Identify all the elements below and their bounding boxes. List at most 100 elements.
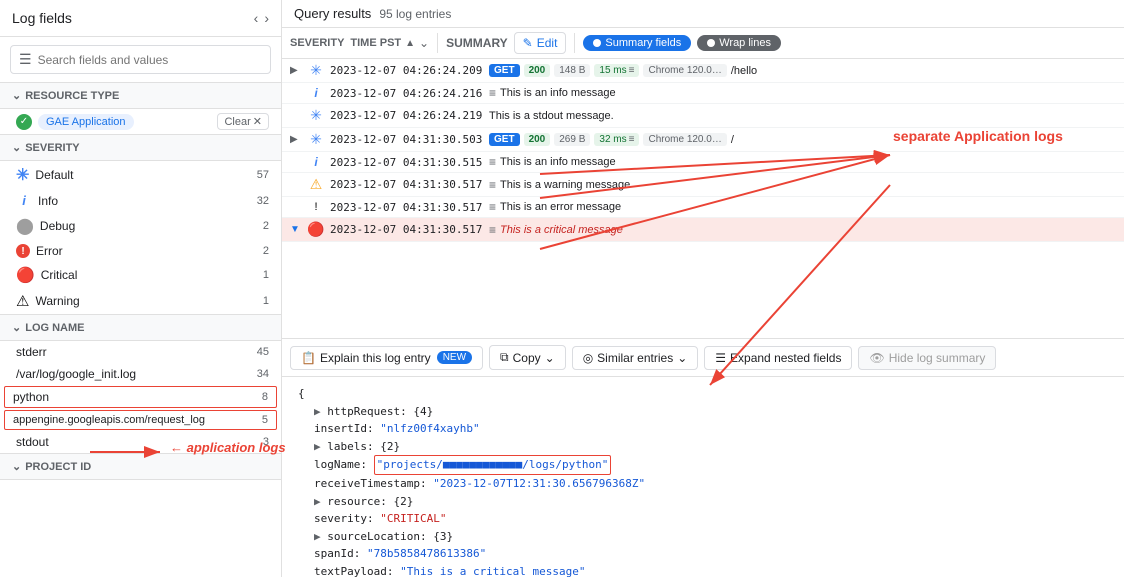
log-time: 2023-12-07 04:26:24.216 bbox=[330, 87, 485, 100]
main-layout: Log fields ‹ › ☰ ⌄ RESOURCE TYPE ✓ GAE bbox=[0, 0, 1124, 577]
expand-arrow[interactable]: ▼ bbox=[290, 224, 302, 235]
summary-lines-icon: ≡ bbox=[489, 155, 496, 169]
clear-button[interactable]: Clear ✕ bbox=[217, 113, 269, 130]
log-time: 2023-12-07 04:31:30.517 bbox=[330, 178, 485, 191]
section-log-name[interactable]: ⌄ LOG NAME bbox=[0, 314, 281, 341]
log-item-python[interactable]: python 8 bbox=[4, 386, 277, 408]
gae-chip: GAE Application bbox=[38, 114, 134, 130]
time-filter[interactable]: TIME PST ▲ ⌄ bbox=[350, 36, 429, 50]
time-filter-label: TIME PST bbox=[350, 37, 401, 49]
log-stdout-count: 3 bbox=[263, 436, 269, 448]
log-message: This is an info message bbox=[500, 87, 616, 99]
expand-tri-icon[interactable]: ▶ bbox=[314, 530, 321, 543]
log-item-stderr[interactable]: stderr 45 bbox=[0, 341, 281, 363]
log-message: This is an info message bbox=[500, 156, 616, 168]
json-http-request[interactable]: ▶ httpRequest: {4} bbox=[314, 403, 1108, 421]
summary-fields-toggle[interactable]: Summary fields bbox=[583, 35, 691, 51]
section-severity[interactable]: ⌄ SEVERITY bbox=[0, 134, 281, 161]
critical-icon: 🔴 bbox=[16, 266, 35, 284]
log-row[interactable]: ▶ ! 2023-12-07 04:31:30.517 ≡ This is an… bbox=[282, 197, 1124, 218]
severity-critical-label: Critical bbox=[41, 268, 257, 282]
log-item-google-init[interactable]: /var/log/google_init.log 34 bbox=[0, 363, 281, 385]
severity-item-error[interactable]: ! Error 2 bbox=[0, 240, 281, 262]
severity-item-default[interactable]: ✳ Default 57 bbox=[0, 161, 281, 189]
asterisk-icon: ✳ bbox=[306, 62, 326, 79]
critical-icon: 🔴 bbox=[306, 221, 326, 238]
log-stderr-count: 45 bbox=[257, 346, 269, 358]
copy-button[interactable]: ⧉ Copy ⌄ bbox=[489, 345, 566, 370]
log-time: 2023-12-07 04:31:30.517 bbox=[330, 201, 485, 214]
severity-warning-label: Warning bbox=[35, 294, 256, 308]
section-project-id[interactable]: ⌄ PROJECT ID bbox=[0, 453, 281, 480]
summary-lines-icon: ≡ bbox=[489, 86, 496, 100]
copy-icon: ⧉ bbox=[500, 350, 509, 365]
toolbar: SEVERITY TIME PST ▲ ⌄ SUMMARY ✎ Edit Sum… bbox=[282, 28, 1124, 59]
sidebar-nav-forward[interactable]: › bbox=[264, 10, 269, 26]
dropdown-icon: ⌄ bbox=[677, 351, 687, 365]
section-resource-type[interactable]: ⌄ RESOURCE TYPE bbox=[0, 82, 281, 109]
bytes-badge: 148 B bbox=[554, 64, 590, 77]
severity-item-warning[interactable]: ⚠ Warning 1 bbox=[0, 288, 281, 314]
close-icon: ✕ bbox=[253, 115, 262, 128]
sidebar-nav-back[interactable]: ‹ bbox=[254, 10, 259, 26]
app-wrapper: Log fields ‹ › ☰ ⌄ RESOURCE TYPE ✓ GAE bbox=[0, 0, 1124, 577]
log-row-critical[interactable]: ▼ 🔴 2023-12-07 04:31:30.517 ≡ This is a … bbox=[282, 218, 1124, 242]
status-badge: 200 bbox=[524, 133, 551, 146]
fingerprint-icon: ◎ bbox=[583, 351, 593, 365]
log-time: 2023-12-07 04:26:24.219 bbox=[330, 109, 485, 122]
json-insert-id: insertId: "nlfz00f4xayhb" bbox=[314, 420, 1108, 438]
log-row[interactable]: ▶ ✳ 2023-12-07 04:26:24.209 GET 200 148 … bbox=[282, 59, 1124, 83]
severity-item-critical[interactable]: 🔴 Critical 1 bbox=[0, 262, 281, 288]
log-row[interactable]: ▶ ✳ 2023-12-07 04:26:24.219 This is a st… bbox=[282, 104, 1124, 128]
gae-label: GAE Application bbox=[46, 116, 126, 128]
log-summary: This is a stdout message. bbox=[489, 110, 1116, 122]
dropdown-icon: ⌄ bbox=[419, 36, 429, 50]
severity-item-info[interactable]: i Info 32 bbox=[0, 189, 281, 212]
edit-button[interactable]: ✎ Edit bbox=[514, 32, 567, 54]
severity-label: SEVERITY bbox=[25, 142, 79, 154]
json-viewer: { ▶ httpRequest: {4} insertId: "nlfz00f4… bbox=[282, 377, 1124, 577]
resource-type-label: RESOURCE TYPE bbox=[25, 90, 119, 102]
severity-error-label: Error bbox=[36, 244, 257, 258]
severity-filter[interactable]: SEVERITY bbox=[290, 37, 344, 49]
json-source-location[interactable]: ▶ sourceLocation: {3} bbox=[314, 528, 1108, 546]
expand-tri-icon[interactable]: ▶ bbox=[314, 495, 321, 508]
expand-arrow[interactable]: ▶ bbox=[290, 65, 302, 76]
asterisk-icon: ✳ bbox=[306, 107, 326, 124]
severity-debug-label: Debug bbox=[40, 219, 257, 233]
json-resource[interactable]: ▶ resource: {2} bbox=[314, 493, 1108, 511]
log-item-stdout[interactable]: stdout 3 bbox=[0, 431, 281, 453]
check-icon: ✓ bbox=[16, 114, 32, 130]
expand-arrow[interactable]: ▶ bbox=[290, 134, 302, 145]
search-input[interactable] bbox=[38, 53, 262, 67]
log-row[interactable]: ▶ i 2023-12-07 04:31:30.515 ≡ This is an… bbox=[282, 152, 1124, 173]
log-time: 2023-12-07 04:26:24.209 bbox=[330, 64, 485, 77]
debug-icon: ⬤ bbox=[16, 216, 34, 236]
log-row[interactable]: ▶ ⚠ 2023-12-07 04:31:30.517 ≡ This is a … bbox=[282, 173, 1124, 197]
search-box[interactable]: ☰ bbox=[10, 45, 271, 74]
json-span-id: spanId: "78b5858478613386" bbox=[314, 545, 1108, 563]
info-icon: i bbox=[306, 155, 326, 169]
severity-item-debug[interactable]: ⬤ Debug 2 bbox=[0, 212, 281, 240]
log-item-appengine[interactable]: appengine.googleapis.com/request_log 5 bbox=[4, 410, 277, 430]
json-open-brace: { bbox=[298, 385, 1108, 403]
explain-button[interactable]: 📋 Explain this log entry NEW bbox=[290, 346, 483, 370]
log-time: 2023-12-07 04:31:30.517 bbox=[330, 223, 485, 236]
severity-filter-label: SEVERITY bbox=[290, 37, 344, 49]
expand-tri-icon[interactable]: ▶ bbox=[314, 440, 321, 453]
log-row[interactable]: ▶ ✳ 2023-12-07 04:31:30.503 GET 200 269 … bbox=[282, 128, 1124, 152]
hide-summary-button[interactable]: 👁 Hide log summary bbox=[858, 346, 996, 370]
log-google-init-count: 34 bbox=[257, 368, 269, 380]
log-row[interactable]: ▶ i 2023-12-07 04:26:24.216 ≡ This is an… bbox=[282, 83, 1124, 104]
similar-button[interactable]: ◎ Similar entries ⌄ bbox=[572, 346, 699, 370]
json-labels[interactable]: ▶ labels: {2} bbox=[314, 438, 1108, 456]
expand-nested-button[interactable]: ☰ Expand nested fields bbox=[704, 346, 852, 370]
log-python-label: python bbox=[13, 390, 256, 404]
log-count: 95 log entries bbox=[379, 7, 451, 21]
expand-tri-icon[interactable]: ▶ bbox=[314, 405, 321, 418]
main-content: Query results 95 log entries SEVERITY TI… bbox=[282, 0, 1124, 577]
toolbar-divider-2 bbox=[574, 33, 575, 53]
dropdown-icon: ⌄ bbox=[545, 351, 555, 365]
wrap-lines-toggle[interactable]: Wrap lines bbox=[697, 35, 781, 51]
detail-panel: 📋 Explain this log entry NEW ⧉ Copy ⌄ ◎ … bbox=[282, 338, 1124, 577]
